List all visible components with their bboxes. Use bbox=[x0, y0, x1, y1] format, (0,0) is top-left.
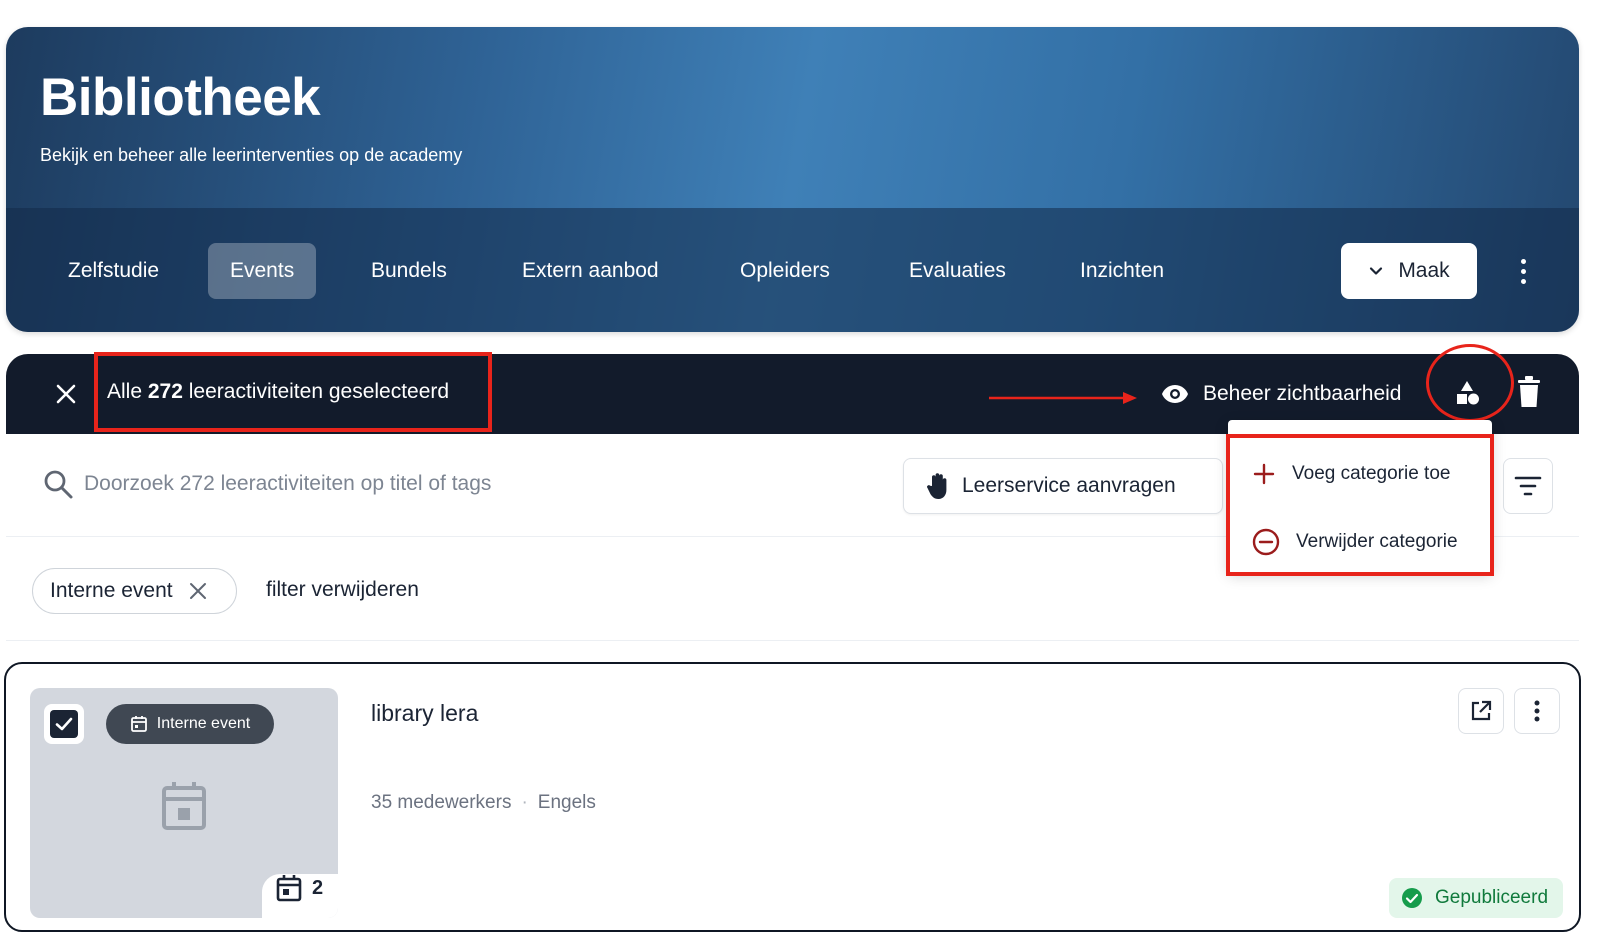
eye-icon bbox=[1162, 385, 1188, 403]
filter-icon bbox=[1514, 476, 1542, 496]
item-language: Engels bbox=[537, 792, 596, 813]
trash-icon[interactable] bbox=[1514, 374, 1544, 410]
page-title: Bibliotheek bbox=[40, 68, 321, 127]
status-badge: Gepubliceerd bbox=[1389, 878, 1563, 918]
meta-separator: · bbox=[521, 792, 528, 813]
item-title[interactable]: library lera bbox=[371, 700, 478, 727]
item-type-label: Interne event bbox=[156, 715, 251, 732]
tab-inzichten[interactable]: Inzichten bbox=[1058, 243, 1186, 299]
check-icon bbox=[55, 717, 73, 731]
tab-extern-aanbod[interactable]: Extern aanbod bbox=[500, 243, 681, 299]
item-type-badge: Interne event bbox=[106, 704, 274, 744]
tab-evaluaties[interactable]: Evaluaties bbox=[887, 243, 1028, 299]
open-external-button[interactable] bbox=[1458, 688, 1504, 734]
highlight-box-category-menu bbox=[1226, 434, 1494, 576]
calendar-icon bbox=[276, 875, 302, 902]
list-item[interactable]: Interne event 2 library lera 35 medewerk… bbox=[4, 662, 1581, 932]
status-label: Gepubliceerd bbox=[1435, 887, 1549, 908]
highlight-circle-category bbox=[1426, 344, 1514, 422]
arrow-annotation bbox=[989, 392, 1137, 404]
more-vertical-icon bbox=[1534, 700, 1540, 722]
item-more-options-button[interactable] bbox=[1514, 688, 1560, 734]
manage-visibility-button[interactable]: Beheer zichtbaarheid bbox=[1161, 374, 1401, 414]
manage-visibility-label: Beheer zichtbaarheid bbox=[1203, 382, 1402, 405]
filter-chip-label: Interne event bbox=[50, 579, 173, 602]
item-meta: 35 medewerkers · Engels bbox=[371, 792, 596, 814]
item-checkbox[interactable] bbox=[44, 704, 84, 744]
clear-filters-link[interactable]: filter verwijderen bbox=[266, 578, 419, 602]
highlight-box-selection bbox=[94, 352, 492, 432]
calendar-icon bbox=[130, 716, 147, 732]
create-button[interactable]: Maak bbox=[1341, 243, 1477, 299]
search-input[interactable] bbox=[84, 464, 784, 504]
hand-icon bbox=[927, 473, 947, 499]
header-banner: Bibliotheek Bekijk en beheer alle leerin… bbox=[6, 27, 1579, 208]
tab-events[interactable]: Events bbox=[208, 243, 317, 299]
close-icon[interactable] bbox=[48, 376, 84, 412]
session-count: 2 bbox=[276, 874, 323, 902]
request-learning-service-button[interactable]: Leerservice aanvragen bbox=[903, 458, 1223, 514]
session-count-value: 2 bbox=[312, 876, 324, 899]
page-subtitle: Bekijk en beheer alle leerinterventies o… bbox=[40, 145, 463, 165]
library-tabs: Zelfstudie Events Bundels Extern aanbod … bbox=[6, 208, 1579, 332]
tab-opleiders[interactable]: Opleiders bbox=[718, 243, 852, 299]
chevron-down-icon bbox=[1370, 267, 1383, 275]
more-vertical-icon bbox=[1520, 258, 1526, 264]
filter-button[interactable] bbox=[1503, 458, 1553, 514]
search-icon bbox=[44, 470, 73, 499]
item-employees: 35 medewerkers bbox=[371, 792, 512, 813]
tab-bundels[interactable]: Bundels bbox=[349, 243, 469, 299]
more-options-button[interactable] bbox=[1511, 253, 1535, 289]
calendar-icon bbox=[162, 782, 206, 830]
check-circle-icon bbox=[1402, 888, 1422, 908]
external-link-icon bbox=[1471, 700, 1492, 721]
tab-zelfstudie[interactable]: Zelfstudie bbox=[46, 243, 181, 299]
filter-chip[interactable]: Interne event bbox=[32, 568, 237, 614]
close-icon[interactable] bbox=[187, 580, 209, 602]
create-button-label: Maak bbox=[1398, 259, 1450, 282]
library-header: Bibliotheek Bekijk en beheer alle leerin… bbox=[6, 27, 1579, 332]
request-learning-service-label: Leerservice aanvragen bbox=[962, 474, 1176, 497]
